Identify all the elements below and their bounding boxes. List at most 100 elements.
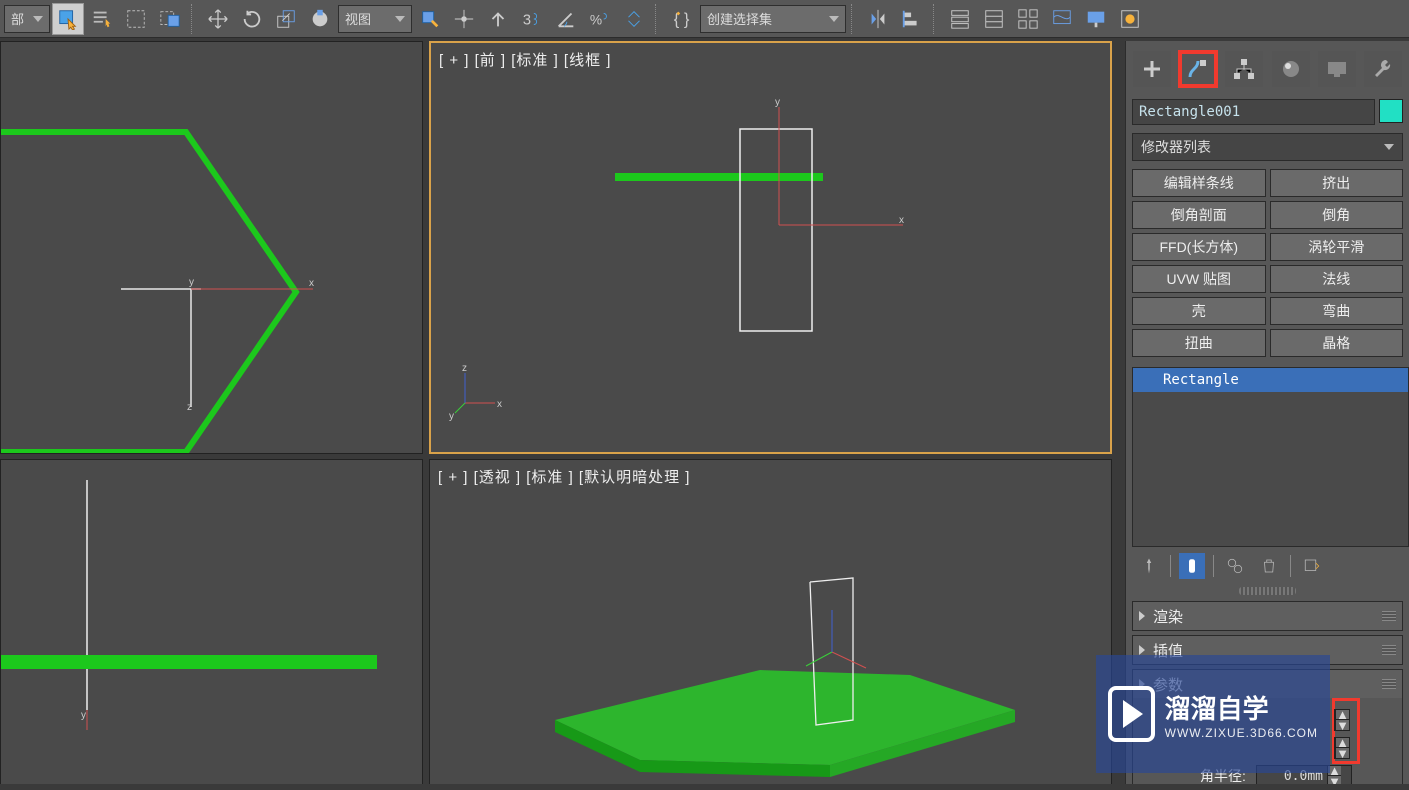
object-name-input[interactable] <box>1132 99 1375 125</box>
rollout-render-header[interactable]: 渲染 <box>1133 602 1402 630</box>
modifier-buttons-grid: 编辑样条线 挤出 倒角剖面 倒角 FFD(长方体) 涡轮平滑 UVW 贴图 法线… <box>1126 165 1409 361</box>
object-color-swatch[interactable] <box>1379 99 1403 123</box>
remove-modifier-button[interactable] <box>1256 553 1282 579</box>
modifier-list-dropdown[interactable]: 修改器列表 <box>1132 133 1403 161</box>
grip-icon <box>1382 645 1396 655</box>
chevron-down-icon <box>395 16 405 22</box>
watermark-overlay: 溜溜自学 WWW.ZIXUE.3D66.COM <box>1096 655 1330 773</box>
viewport-front-label: [ + ] [前 ] [标准 ] [线框 ] <box>439 49 611 70</box>
chevron-down-icon <box>829 16 839 22</box>
svg-text:3: 3 <box>523 12 531 28</box>
up-arrow-button[interactable] <box>482 3 514 35</box>
ref-coord-label: 部 <box>11 9 24 28</box>
move-button[interactable] <box>202 3 234 35</box>
align-button[interactable] <box>896 3 928 35</box>
make-unique-button[interactable] <box>1222 553 1248 579</box>
mod-btn-edit-spline[interactable]: 编辑样条线 <box>1132 169 1266 197</box>
svg-text:x: x <box>497 399 502 410</box>
placement-button[interactable] <box>304 3 336 35</box>
rotate-button[interactable] <box>236 3 268 35</box>
scene-explorer-button[interactable] <box>978 3 1010 35</box>
chevron-down-icon <box>33 16 43 22</box>
schematic-view-button[interactable] <box>1012 3 1044 35</box>
material-editor-button[interactable] <box>1046 3 1078 35</box>
viewport-front[interactable]: [ + ] [前 ] [标准 ] [线框 ] x y x z y <box>429 41 1112 454</box>
display-tab[interactable] <box>1318 51 1356 87</box>
snap-3d-button[interactable]: 3 <box>516 3 548 35</box>
grip-icon <box>1382 679 1396 689</box>
create-tab[interactable] <box>1133 51 1171 87</box>
mod-btn-bend[interactable]: 弯曲 <box>1270 297 1404 325</box>
chevron-down-icon <box>1384 144 1394 150</box>
collapse-icon <box>1139 611 1145 621</box>
svg-text:y: y <box>775 97 780 108</box>
configure-sets-button[interactable] <box>1299 553 1325 579</box>
mod-btn-bevel[interactable]: 倒角 <box>1270 201 1404 229</box>
ref-view-dropdown[interactable]: 视图 <box>338 5 412 33</box>
angle-snap-button[interactable] <box>550 3 582 35</box>
object-name-row <box>1126 97 1409 129</box>
mod-btn-uvw[interactable]: UVW 贴图 <box>1132 265 1266 293</box>
mod-btn-lattice[interactable]: 晶格 <box>1270 329 1404 357</box>
viewport-perspective[interactable]: [ + ] [透视 ] [标准 ] [默认明暗处理 ] <box>429 459 1112 790</box>
render-setup-button[interactable] <box>1080 3 1112 35</box>
watermark-title: 溜溜自学 <box>1165 689 1318 726</box>
stack-item-rectangle[interactable]: Rectangle <box>1133 368 1408 392</box>
viewport-top[interactable]: y x z <box>0 41 423 454</box>
panel-grip[interactable] <box>1239 587 1296 595</box>
show-end-result-button[interactable] <box>1179 553 1205 579</box>
mod-btn-normal[interactable]: 法线 <box>1270 265 1404 293</box>
bottom-edge <box>0 784 1409 790</box>
toolbar-separator <box>851 4 857 34</box>
width-spinner[interactable]: ▲▼ <box>1334 737 1350 759</box>
length-spinner[interactable]: ▲▼ <box>1334 709 1350 731</box>
separator <box>1213 555 1214 577</box>
stack-toolbar <box>1126 547 1409 585</box>
svg-text:z: z <box>187 402 192 413</box>
collapse-icon <box>1139 645 1145 655</box>
viewport-left-canvas: y <box>1 460 423 790</box>
layers-button[interactable] <box>944 3 976 35</box>
snap-toggle-button[interactable] <box>448 3 480 35</box>
rollout-render-title: 渲染 <box>1153 606 1183 627</box>
selection-set-label: 创建选择集 <box>707 9 772 28</box>
scale-button[interactable] <box>270 3 302 35</box>
mod-btn-ffd[interactable]: FFD(长方体) <box>1132 233 1266 261</box>
mod-btn-turbosmooth[interactable]: 涡轮平滑 <box>1270 233 1404 261</box>
select-object-button[interactable] <box>52 3 84 35</box>
utilities-tab[interactable] <box>1364 51 1402 87</box>
mod-btn-twist[interactable]: 扭曲 <box>1132 329 1266 357</box>
mod-btn-shell[interactable]: 壳 <box>1132 297 1266 325</box>
rollout-render: 渲染 <box>1132 601 1403 631</box>
mod-btn-extrude[interactable]: 挤出 <box>1270 169 1404 197</box>
pin-stack-button[interactable] <box>1136 553 1162 579</box>
curve-editor-button[interactable]: { } <box>666 3 698 35</box>
svg-text:x: x <box>899 215 904 226</box>
render-frame-button[interactable] <box>1114 3 1146 35</box>
viewport-persp-canvas <box>430 460 1112 790</box>
viewport-left[interactable]: y <box>0 459 423 790</box>
select-window-crossing-button[interactable] <box>154 3 186 35</box>
modifier-stack[interactable]: Rectangle <box>1132 367 1409 547</box>
modify-tab[interactable] <box>1179 51 1217 87</box>
spinner-snap-button[interactable] <box>618 3 650 35</box>
select-by-name-button[interactable] <box>86 3 118 35</box>
svg-text:{ }: { } <box>674 10 690 28</box>
panel-tab-row <box>1126 41 1409 97</box>
hierarchy-tab[interactable] <box>1225 51 1263 87</box>
mod-btn-bevel-profile[interactable]: 倒角剖面 <box>1132 201 1266 229</box>
toolbar-separator <box>655 4 661 34</box>
svg-text:y: y <box>189 277 194 288</box>
use-pivot-button[interactable] <box>414 3 446 35</box>
selection-set-dropdown[interactable]: 创建选择集 <box>700 5 846 33</box>
select-region-rect-button[interactable] <box>120 3 152 35</box>
viewport-persp-label: [ + ] [透视 ] [标准 ] [默认明暗处理 ] <box>438 466 690 487</box>
svg-text:y: y <box>449 411 454 422</box>
percent-snap-button[interactable]: % <box>584 3 616 35</box>
main-toolbar: 部 视图 3 % { } 创建选择集 <box>0 0 1409 38</box>
motion-tab[interactable] <box>1272 51 1310 87</box>
ref-coord-dropdown[interactable]: 部 <box>4 5 50 33</box>
toolbar-separator <box>191 4 197 34</box>
mirror-button[interactable] <box>862 3 894 35</box>
view-dropdown-label: 视图 <box>345 9 371 28</box>
